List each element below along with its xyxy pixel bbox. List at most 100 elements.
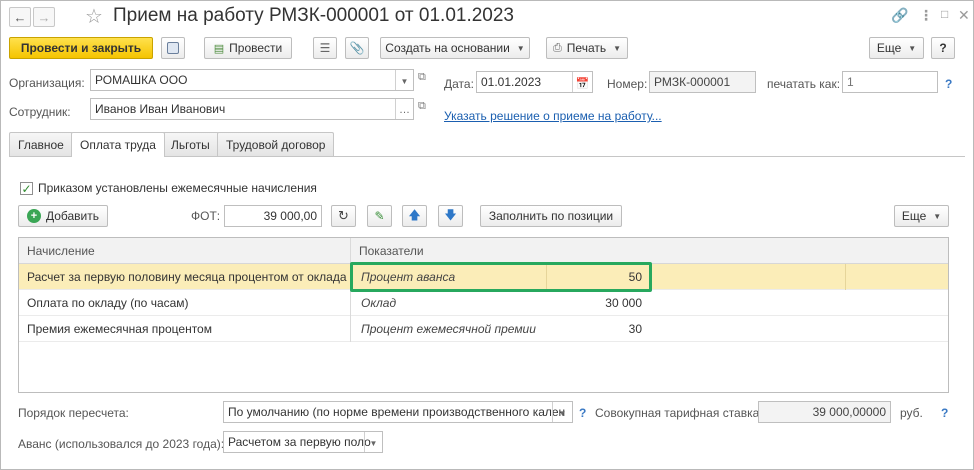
maximize-icon[interactable]: □ [941,7,948,21]
cell-separator [350,290,351,316]
chevron-down-icon: ▼ [400,76,409,86]
organization-field[interactable]: РОМАШКА ООО ▼ [90,69,414,91]
organization-dropdown-button[interactable]: ▼ [395,70,413,90]
back-button[interactable]: ← [9,7,31,27]
tab-main[interactable]: Главное [9,132,73,156]
ellipsis-icon: … [399,104,410,116]
calendar-button[interactable]: 📅 [572,72,592,92]
cell-separator [350,316,351,342]
table-more-button[interactable]: Еще ▼ [894,205,949,227]
add-charge-label: Добавить [45,209,100,223]
monthly-charges-checkbox[interactable]: ✓ [20,182,33,195]
close-icon[interactable]: ✕ [958,7,970,24]
table-more-label: Еще [901,209,927,223]
recalc-order-value: По умолчанию (по норме времени производс… [228,405,566,419]
table-row[interactable]: Оплата по окладу (по часам) Оклад 30 000 [19,290,948,316]
tariff-help-icon[interactable]: ? [941,406,948,420]
post-button-label: Провести [229,41,283,55]
hire-decision-link[interactable]: Указать решение о приеме на работу... [444,109,662,123]
advance-dropdown-button[interactable]: ▼ [364,432,382,452]
tariff-rate-field[interactable]: 39 000,00000 [758,401,891,423]
number-label: Номер: [607,77,648,91]
favorite-star-icon[interactable]: ☆ [85,4,103,29]
create-based-on-button[interactable]: Создать на основании ▼ [380,37,530,59]
calendar-icon: 📅 [575,77,590,90]
more-actions-icon[interactable]: ⋮ [919,7,933,24]
advance-label: Аванс (использовался до 2023 года): [18,437,225,451]
move-up-button[interactable]: 🡅 [402,205,427,227]
recalc-order-dropdown-button[interactable]: ▼ [552,402,572,422]
column-separator [350,238,351,264]
indicator-cell: Оклад [361,296,397,310]
add-charge-button[interactable]: + Добавить [18,205,108,227]
charge-cell: Расчет за первую половину месяца процент… [27,270,347,284]
organization-label: Организация: [9,76,85,90]
create-based-on-label: Создать на основании [385,41,510,55]
post-document-icon: ▤ [213,42,225,55]
print-as-help-icon[interactable]: ? [945,77,952,91]
document-window: ← → ☆ Прием на работу РМЗК-000001 от 01.… [0,0,974,470]
employee-field[interactable]: Иванов Иван Иванович … [90,98,414,120]
advance-value: Расчетом за первую поло [228,435,371,449]
recalc-help-icon[interactable]: ? [579,406,586,420]
recalc-order-field[interactable]: По умолчанию (по норме времени производс… [223,401,573,423]
post-and-close-button[interactable]: Провести и закрыть [9,37,153,59]
checkmark-icon: ✓ [21,181,32,196]
tariff-rate-label: Совокупная тарифная ставка: [595,406,763,420]
charges-table: Начисление Показатели Расчет за первую п… [18,237,949,393]
fill-by-position-button[interactable]: Заполнить по позиции [480,205,622,227]
table-row[interactable]: Премия ежемесячная процентом Процент еже… [19,316,948,342]
column-header-charge[interactable]: Начисление [27,244,95,258]
value-cell[interactable]: 30 [599,322,642,336]
column-header-indicators[interactable]: Показатели [359,244,424,258]
more-label: Еще [876,41,902,55]
advance-field[interactable]: Расчетом за первую поло ▼ [223,431,383,453]
move-down-button[interactable]: 🡇 [438,205,463,227]
number-field[interactable]: РМЗК-000001 [649,71,756,93]
print-as-input[interactable] [842,71,938,93]
help-button[interactable]: ? [931,37,955,59]
fot-field[interactable]: 39 000,00 [224,205,322,227]
employee-label: Сотрудник: [9,105,71,119]
edit-button[interactable]: ✎ [367,205,392,227]
pencil-icon: ✎ [374,209,385,223]
print-as-label: печатать как: [767,77,841,91]
chevron-down-icon: ▼ [613,43,622,53]
forward-button[interactable]: → [33,7,55,27]
tab-benefits[interactable]: Льготы [162,132,219,156]
value-cell[interactable]: 30 000 [579,296,642,310]
table-header: Начисление Показатели [19,238,948,264]
chevron-down-icon: ▼ [933,211,942,221]
arrow-down-icon: 🡇 [444,207,457,222]
post-button[interactable]: ▤ Провести [204,37,292,59]
open-employee-icon[interactable]: ⧉ [418,100,434,116]
charge-cell: Премия ежемесячная процентом [27,322,212,336]
indicator-cell: Процент ежемесячной премии [361,322,536,336]
tab-pay[interactable]: Оплата труда [71,132,165,157]
tab-employment-contract[interactable]: Трудовой договор [217,132,335,156]
tariff-unit: руб. [900,406,923,420]
paperclip-icon: 📎 [349,41,365,55]
chevron-down-icon: ▼ [558,408,567,418]
report-button[interactable]: ☰ [313,37,337,59]
highlight-frame [350,262,652,292]
more-button[interactable]: Еще ▼ [869,37,924,59]
recalc-order-label: Порядок пересчета: [18,406,129,420]
employee-select-button[interactable]: … [395,99,413,119]
organization-value: РОМАШКА ООО [95,73,188,87]
attach-button[interactable]: 📎 [345,37,369,59]
save-button[interactable] [161,37,185,59]
date-field[interactable]: 01.01.2023 📅 [476,71,593,93]
floppy-disk-icon [167,42,179,54]
arrow-right-icon: → [37,9,51,25]
link-icon[interactable]: 🔗 [891,7,908,24]
open-organization-icon[interactable]: ⧉ [418,71,434,87]
arrow-left-icon: ← [13,9,27,25]
report-list-icon: ☰ [319,41,331,55]
date-value: 01.01.2023 [481,75,542,89]
employee-value: Иванов Иван Иванович [95,102,226,116]
print-button[interactable]: ⎙ Печать ▼ [546,37,628,59]
refresh-button[interactable]: ↻ [331,205,356,227]
cell-separator [845,264,846,290]
chevron-down-icon: ▼ [369,438,378,448]
